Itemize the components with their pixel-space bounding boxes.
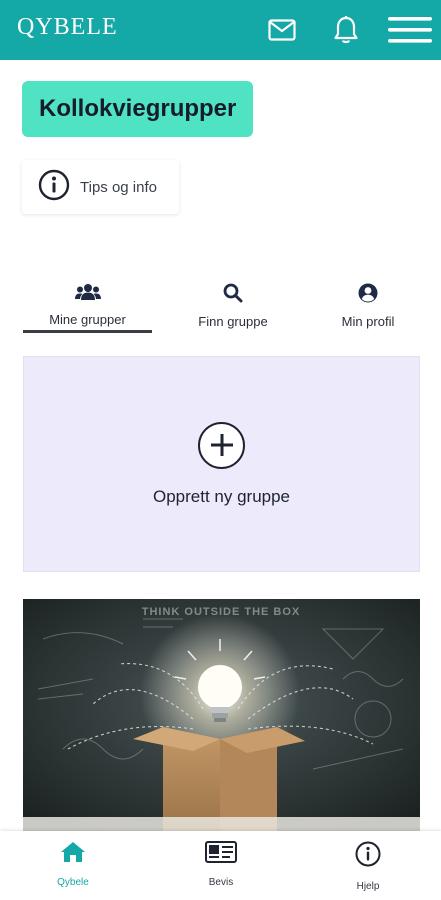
tab-label: Finn gruppe bbox=[198, 314, 268, 329]
create-group-card[interactable]: Opprett ny gruppe bbox=[23, 356, 420, 572]
home-icon bbox=[60, 841, 86, 868]
bell-icon[interactable] bbox=[330, 12, 362, 48]
tab-mine-grupper[interactable]: Mine grupper bbox=[23, 283, 152, 327]
bottom-navigation: Qybele Bevis Hjelp bbox=[0, 831, 441, 900]
tab-finn-gruppe[interactable]: Finn gruppe bbox=[173, 283, 293, 329]
tab-min-profil[interactable]: Min profil bbox=[318, 283, 418, 329]
profile-icon bbox=[358, 283, 378, 308]
nav-label: Hjelp bbox=[356, 881, 380, 892]
mail-icon[interactable] bbox=[266, 12, 298, 48]
nav-item-hjelp[interactable]: Hjelp bbox=[323, 841, 413, 892]
tips-label: Tips og info bbox=[80, 178, 157, 196]
tips-button[interactable]: Tips og info bbox=[22, 160, 179, 214]
id-card-icon bbox=[205, 841, 237, 868]
top-app-bar: QYBELE bbox=[0, 0, 441, 60]
nav-label: Bevis bbox=[208, 877, 234, 888]
create-group-label: Opprett ny gruppe bbox=[152, 486, 291, 506]
nav-label: Qybele bbox=[57, 877, 89, 888]
page-title: Kollokviegrupper bbox=[22, 81, 254, 137]
hamburger-menu-icon[interactable] bbox=[388, 12, 432, 48]
app-logo[interactable]: QYBELE bbox=[17, 14, 118, 41]
tab-label: Min profil bbox=[341, 314, 395, 329]
help-info-icon bbox=[355, 841, 381, 872]
tab-label: Mine grupper bbox=[49, 312, 126, 327]
nav-item-bevis[interactable]: Bevis bbox=[176, 841, 266, 888]
info-icon bbox=[38, 169, 70, 206]
search-icon bbox=[223, 283, 243, 308]
group-icon bbox=[74, 283, 101, 306]
hero-image: THINK OUTSIDE THE BOX bbox=[23, 599, 420, 831]
active-tab-indicator bbox=[23, 330, 152, 333]
nav-item-qybele[interactable]: Qybele bbox=[28, 841, 118, 888]
plus-icon[interactable] bbox=[198, 421, 245, 469]
